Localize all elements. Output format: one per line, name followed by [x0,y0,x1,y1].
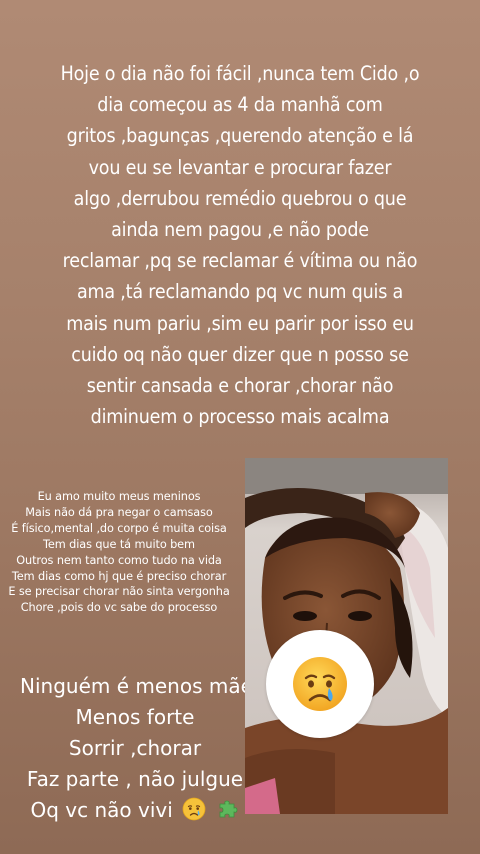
big-text-line: Faz parte , não julgue [26,767,244,791]
main-text-line: reclamar ,pq se reclamar é vítima ou não [62,249,418,273]
big-text-line: Menos forte [75,705,195,729]
poem-line: Eu amo muito meus meninos [37,490,201,503]
story-big-text: Ninguém é menos mãe Menos forte Sorrir ,… [20,671,253,826]
big-text-line: Oq vc não vivi [30,798,173,822]
poem-line: E se precisar chorar não sinta vergonha [8,585,230,599]
poem-line: Tem dias que tá muito bem [43,537,195,551]
big-text-last-line: Oq vc não vivi [20,795,250,826]
main-text-line: mais num pariu ,sim eu parir por isso eu [66,311,414,335]
main-text-line: sentir cansada e chorar ,chorar não [86,374,394,398]
puzzle-piece-icon [219,800,237,818]
crying-face-icon [182,797,206,821]
main-text-line: Hoje o dia não foi fácil ,nunca tem Cido… [60,62,420,85]
main-text-line: gritos ,bagunças ,querendo atenção e lá [66,124,414,148]
poem-line: É físico,mental ,do corpo é muita coisa [11,521,227,535]
story-poem-text: Eu amo muito meus meninos Mais não dá pr… [4,489,234,616]
main-text-line: cuido oq não quer dizer que n posso se [71,342,409,366]
crying-face-sticker [266,630,374,738]
main-text-line: diminuem o processo mais acalma [90,405,390,429]
main-text-line: algo ,derrubou remédio quebrou o que [73,186,407,210]
main-text-line: ainda nem pagou ,e não pode [111,218,369,242]
main-text-line: vou eu se levantar e procurar fazer [88,155,392,179]
big-text-line: Ninguém é menos mãe [20,674,253,698]
poem-line: Tem dias como hj que é preciso chorar [11,569,227,583]
main-text-line: ama ,tá reclamando pq vc num quis a [76,280,404,304]
poem-line: Outros nem tanto como tudo na vida [16,553,222,567]
story-main-text: Hoje o dia não foi fácil ,nunca tem Cido… [40,58,440,432]
big-text-line: Sorrir ,chorar [68,736,202,760]
main-text-line: dia começou as 4 da manhã com [97,93,383,117]
poem-line: Chore ,pois do vc sabe do processo [20,601,218,615]
poem-line: Mais não dá pra negar o camsaso [25,505,213,519]
crying-face-icon [293,657,347,711]
